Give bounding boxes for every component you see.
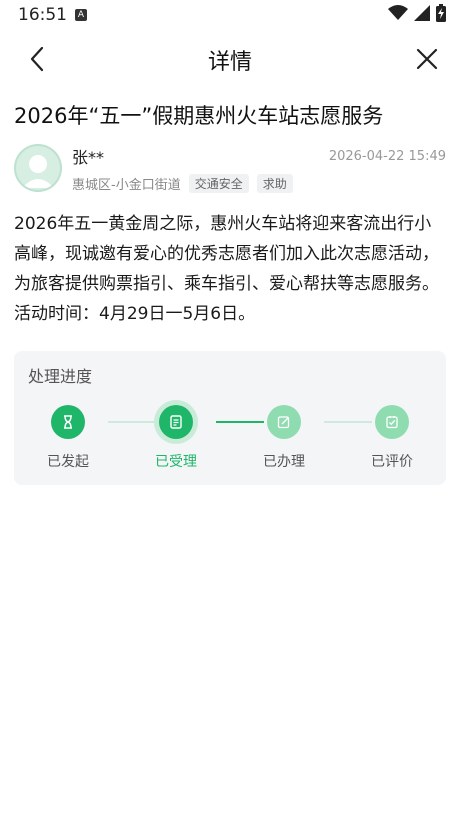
close-icon[interactable] [412, 44, 442, 74]
tag-traffic-safety: 交通安全 [188, 174, 249, 193]
signal-icon [414, 4, 430, 26]
step-label: 已评价 [371, 454, 413, 470]
post-date: 2026-04-22 15:49 [328, 148, 446, 164]
tag-help: 求助 [256, 174, 293, 193]
connector-3 [324, 421, 372, 423]
step-evaluated: 已评价 [352, 405, 432, 471]
progress-card: 处理进度 已发起 已受理 已办理 已评价 [14, 351, 446, 485]
step-label: 已办理 [263, 454, 305, 470]
author-row: 张** 2026-04-22 15:49 惠城区-小金口街道 交通安全 求助 [14, 144, 446, 193]
page-title: 详情 [207, 50, 252, 75]
step-processed: 已办理 [244, 405, 324, 471]
step-label: 已发起 [47, 454, 89, 470]
notification-icon: A [75, 9, 87, 21]
hourglass-icon [51, 405, 85, 439]
avatar[interactable] [14, 144, 62, 192]
post-title: 2026年“五一”假期惠州火车站志愿服务 [14, 104, 384, 128]
status-time: 16:51 [18, 5, 67, 25]
step-label: 已受理 [155, 454, 197, 470]
author-location: 惠城区-小金口街道 [72, 178, 181, 193]
check-square-icon [375, 405, 409, 439]
nav-bar: 详情 [0, 30, 460, 90]
chevron-left-icon[interactable] [22, 44, 52, 74]
edit-icon [267, 405, 301, 439]
connector-2 [216, 421, 264, 423]
progress-title: 处理进度 [28, 367, 93, 386]
post-content: 2026年五一黄金周之际，惠州火车站将迎来客流出行小高峰，现诚邀有爱心的优秀志愿… [14, 214, 439, 324]
battery-icon [436, 3, 446, 27]
connector-1 [108, 421, 156, 423]
progress-steps: 已发起 已受理 已办理 已评价 [28, 405, 432, 471]
step-initiated: 已发起 [28, 405, 108, 471]
step-accepted: 已受理 [136, 405, 216, 471]
status-bar: 16:51 A [0, 0, 460, 30]
author-name: 张** [72, 148, 105, 167]
document-icon [159, 405, 193, 439]
wifi-icon [388, 4, 408, 26]
